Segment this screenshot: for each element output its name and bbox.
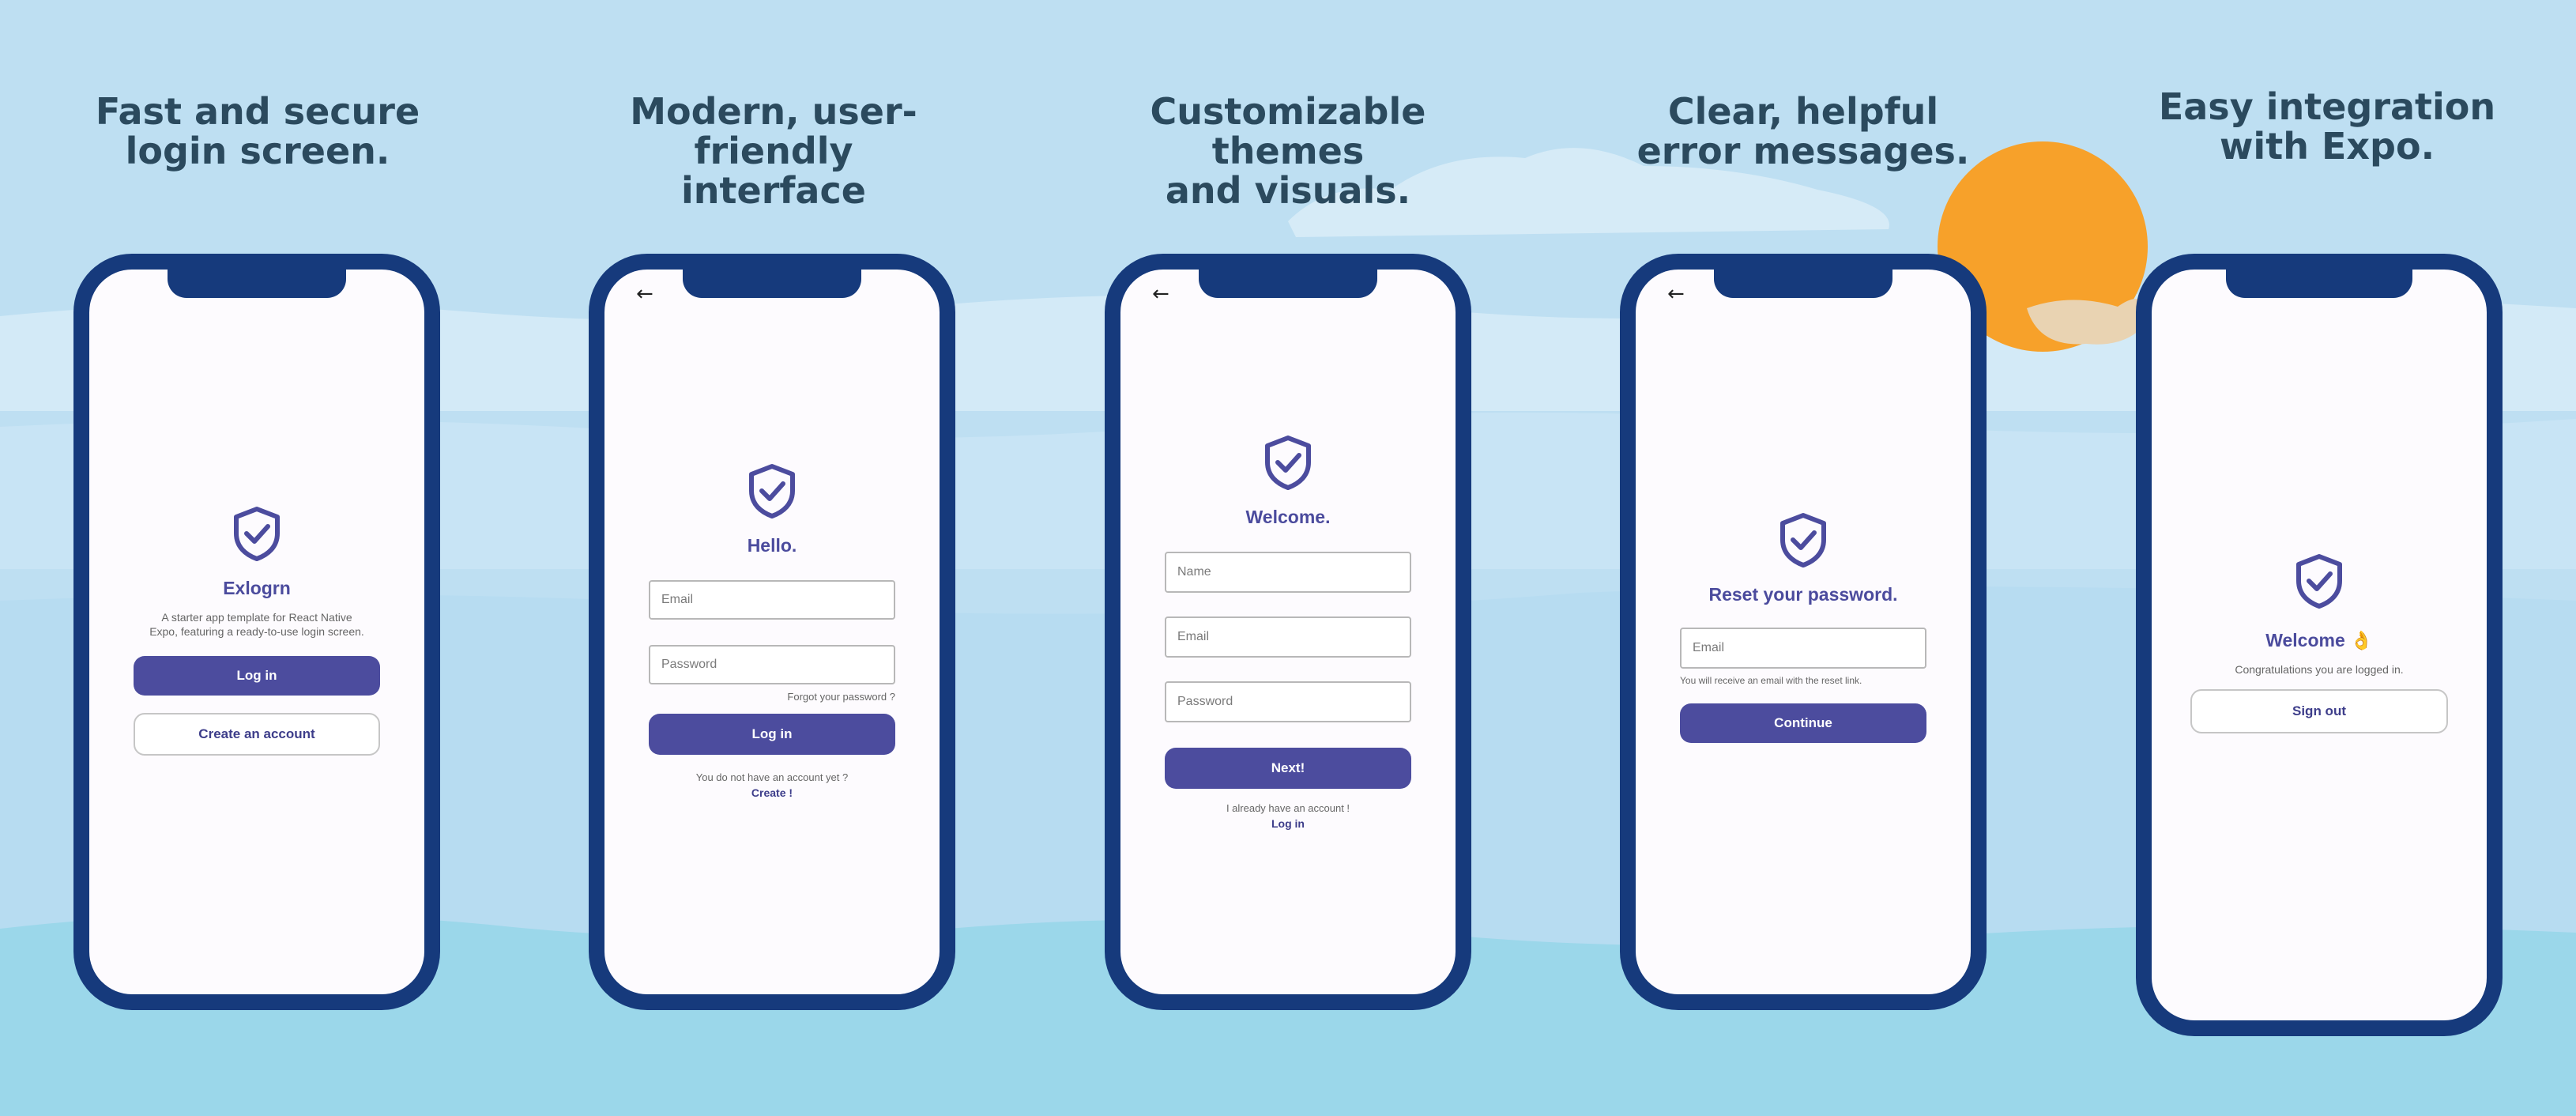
screen-title: Welcome. bbox=[1245, 507, 1331, 527]
email-field[interactable] bbox=[1165, 616, 1411, 658]
shield-check-icon bbox=[2296, 554, 2342, 609]
caption-line: Easy integration bbox=[2158, 85, 2496, 128]
phone-screen: ← Reset your password. You will receive … bbox=[1636, 270, 1971, 994]
caption-line: with Expo. bbox=[2219, 125, 2435, 168]
create-account-button[interactable]: Create an account bbox=[134, 713, 380, 756]
phone-logged-in: Welcome 👌 Congratulations you are logged… bbox=[2136, 254, 2503, 1036]
password-field[interactable] bbox=[1165, 681, 1411, 722]
phone-signup: ← Welcome. Next! I already have an accou… bbox=[1105, 254, 1471, 1010]
name-field[interactable] bbox=[1165, 552, 1411, 593]
caption-line: error messages. bbox=[1636, 130, 1970, 172]
have-account-text: I already have an account ! bbox=[1226, 802, 1350, 814]
email-field[interactable] bbox=[1680, 628, 1926, 669]
next-button[interactable]: Next! bbox=[1165, 748, 1411, 789]
phone-screen: ← Welcome. Next! I already have an accou… bbox=[1120, 270, 1456, 994]
caption-line: and visuals. bbox=[1165, 169, 1411, 212]
continue-button[interactable]: Continue bbox=[1680, 703, 1926, 743]
caption-line: Modern, user-friendly bbox=[630, 90, 917, 172]
welcome-title: Welcome 👌 bbox=[2265, 630, 2373, 650]
logged-in-message: Congratulations you are logged in. bbox=[2235, 663, 2404, 676]
phone-login: ← Hello. Forgot your password ? Log in Y… bbox=[589, 254, 955, 1010]
screen-title: Hello. bbox=[747, 535, 797, 556]
sign-out-button[interactable]: Sign out bbox=[2190, 689, 2448, 733]
shield-check-icon bbox=[1780, 513, 1826, 567]
description-line: A starter app template for React Native bbox=[161, 611, 352, 624]
caption-customizable-themes: Customizable themes and visuals. bbox=[1083, 92, 1493, 210]
phone-notch bbox=[2226, 270, 2412, 298]
phone-screen: ← Hello. Forgot your password ? Log in Y… bbox=[604, 270, 940, 994]
phone-notch bbox=[168, 270, 346, 298]
password-field[interactable] bbox=[649, 645, 895, 684]
create-account-link[interactable]: Create ! bbox=[751, 786, 793, 799]
caption-line: Customizable themes bbox=[1150, 90, 1426, 172]
phone-notch bbox=[1714, 270, 1892, 298]
description-line: Expo, featuring a ready-to-use login scr… bbox=[149, 625, 364, 638]
phone-screen: Exlogrn A starter app template for React… bbox=[89, 270, 424, 994]
shield-check-icon bbox=[1265, 435, 1311, 490]
phone-notch bbox=[683, 270, 861, 298]
phone-screen: Welcome 👌 Congratulations you are logged… bbox=[2152, 270, 2487, 1020]
arrow-left-icon[interactable]: ← bbox=[1152, 282, 1169, 306]
forgot-password-link[interactable]: Forgot your password ? bbox=[649, 691, 895, 703]
shield-check-icon bbox=[749, 464, 795, 518]
arrow-left-icon[interactable]: ← bbox=[1667, 282, 1685, 306]
screen-title: Reset your password. bbox=[1708, 584, 1898, 605]
caption-line: Clear, helpful bbox=[1667, 90, 1939, 133]
login-link[interactable]: Log in bbox=[1271, 817, 1305, 830]
caption-line: interface bbox=[681, 169, 866, 212]
caption-error-messages: Clear, helpful error messages. bbox=[1598, 92, 2009, 171]
arrow-left-icon[interactable]: ← bbox=[636, 282, 653, 306]
caption-line: login screen. bbox=[125, 130, 390, 172]
phone-notch bbox=[1199, 270, 1377, 298]
login-button[interactable]: Log in bbox=[134, 656, 380, 696]
email-field[interactable] bbox=[649, 580, 895, 620]
shield-check-icon bbox=[234, 507, 280, 561]
app-description: A starter app template for React Native … bbox=[149, 610, 364, 639]
caption-modern-interface: Modern, user-friendly interface bbox=[568, 92, 979, 210]
caption-expo-integration: Easy integration with Expo. bbox=[2122, 87, 2533, 166]
phone-landing: Exlogrn A starter app template for React… bbox=[73, 254, 440, 1010]
app-title: Exlogrn bbox=[223, 578, 291, 598]
login-button[interactable]: Log in bbox=[649, 714, 895, 755]
no-account-text: You do not have an account yet ? bbox=[695, 771, 849, 783]
caption-fast-secure: Fast and secure login screen. bbox=[52, 92, 463, 171]
phone-reset-password: ← Reset your password. You will receive … bbox=[1620, 254, 1987, 1010]
helper-text: You will receive an email with the reset… bbox=[1680, 675, 1862, 686]
caption-line: Fast and secure bbox=[95, 90, 420, 133]
